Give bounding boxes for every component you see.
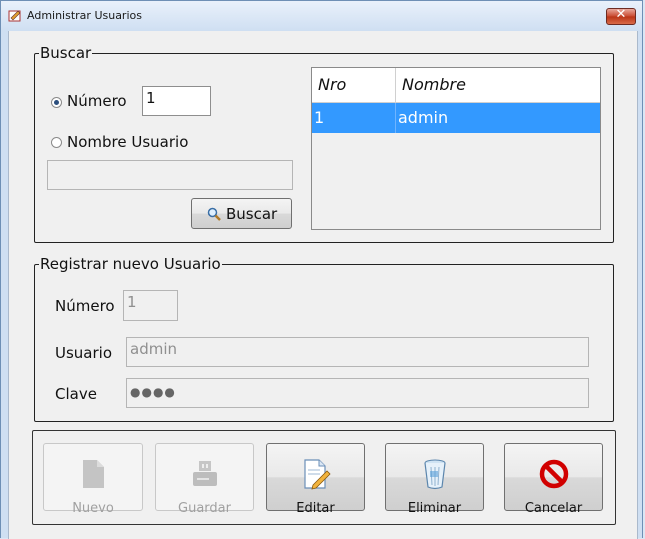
edit-document-icon <box>303 459 331 490</box>
search-button-label: Buscar <box>226 205 278 223</box>
register-group-legend: Registrar nuevo Usuario <box>39 255 222 273</box>
search-numero-input[interactable]: 1 <box>142 86 211 116</box>
editar-button-label: Editar <box>296 501 335 516</box>
register-numero-label: Número <box>55 297 115 315</box>
radio-numero[interactable] <box>51 97 62 108</box>
cancelar-button-label: Cancelar <box>524 501 583 516</box>
register-usuario-label: Usuario <box>55 344 113 362</box>
radio-nombre-usuario[interactable] <box>51 137 62 148</box>
trash-icon <box>423 459 446 490</box>
register-usuario-input[interactable]: admin <box>126 337 589 367</box>
app-icon <box>8 10 21 22</box>
column-header-nro[interactable]: Nro <box>312 68 396 102</box>
title-bar[interactable]: Administrar Usuarios ✕ <box>1 1 642 31</box>
table-row[interactable]: 1 admin <box>312 103 600 133</box>
cancel-icon <box>539 459 568 489</box>
eliminar-button-label: Eliminar <box>407 501 462 516</box>
search-nombre-input[interactable] <box>47 160 293 190</box>
column-header-nombre[interactable]: Nombre <box>396 68 600 102</box>
guardar-button[interactable]: Guardar <box>155 443 254 516</box>
app-window: Administrar Usuarios ✕ Buscar Número 1 N… <box>0 0 643 539</box>
close-button[interactable]: ✕ <box>606 7 636 25</box>
eliminar-button[interactable]: Eliminar <box>385 443 484 516</box>
close-icon: ✕ <box>615 7 627 22</box>
cell-nro[interactable]: 1 <box>312 103 396 133</box>
client-area: Buscar Número 1 Nombre Usuario Buscar Nr… <box>8 31 638 539</box>
users-grid[interactable]: Nro Nombre 1 admin <box>311 67 601 230</box>
radio-nombre-usuario-label[interactable]: Nombre Usuario <box>67 133 188 151</box>
radio-numero-label[interactable]: Número <box>67 92 127 110</box>
register-numero-input[interactable]: 1 <box>123 290 178 321</box>
nuevo-button[interactable]: Nuevo <box>43 443 143 516</box>
guardar-button-label: Guardar <box>178 501 231 516</box>
editar-button[interactable]: Editar <box>266 443 365 516</box>
new-document-icon <box>83 460 104 488</box>
save-drive-icon <box>192 461 217 486</box>
nuevo-button-label: Nuevo <box>72 501 114 516</box>
cell-nombre[interactable]: admin <box>396 103 600 133</box>
cancelar-button[interactable]: Cancelar <box>504 443 603 516</box>
window-title: Administrar Usuarios <box>27 9 142 22</box>
search-button[interactable]: Buscar <box>191 198 292 229</box>
magnifier-icon <box>207 207 221 221</box>
register-clave-label: Clave <box>55 385 97 403</box>
grid-header: Nro Nombre <box>312 68 600 103</box>
register-clave-input[interactable]: ●●●● <box>126 378 589 408</box>
search-group-legend: Buscar <box>39 44 93 62</box>
